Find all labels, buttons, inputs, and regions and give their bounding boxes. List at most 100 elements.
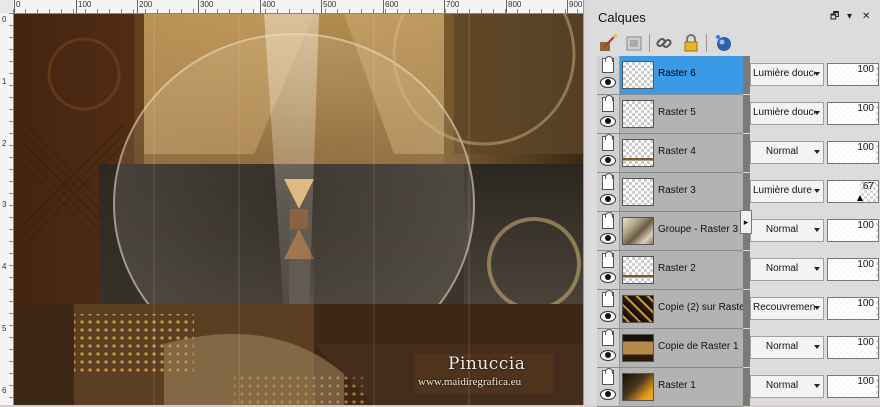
canvas-image[interactable]: Pinuccia www.maidiregrafica.eu (14, 14, 583, 405)
opacity-slider[interactable]: 100 (827, 219, 879, 242)
layer-row-main[interactable]: Groupe - Raster 3 (597, 212, 743, 251)
ruler-minor-tick (493, 9, 494, 13)
layer-row[interactable]: Raster 1 Normal 100 (589, 368, 880, 407)
opacity-slider[interactable]: 100 (827, 297, 879, 320)
layer-mask-icon[interactable] (602, 134, 614, 151)
eye-icon[interactable] (600, 155, 616, 166)
layer-thumbnail[interactable] (622, 61, 654, 89)
chevron-down-icon (814, 228, 820, 232)
layer-row[interactable]: Groupe - Raster 3 Normal 100 (589, 212, 880, 251)
opacity-slider[interactable]: 100 (827, 336, 879, 359)
layer-row-main[interactable]: Raster 4 (597, 134, 743, 173)
layer-thumbnail[interactable] (622, 178, 654, 206)
blend-mode-select[interactable]: Normal (750, 258, 824, 281)
ruler-tick: 900 (566, 0, 583, 13)
menu-dropdown-icon[interactable]: ▾ (847, 12, 852, 22)
layer-row[interactable]: Raster 2 Normal 100 (589, 251, 880, 290)
layer-row[interactable]: Copie de Raster 1 Normal 100 (589, 329, 880, 368)
opacity-value: 100 (857, 220, 874, 231)
layer-row[interactable]: Raster 6 Lumière douce 100 (589, 56, 880, 95)
opacity-slider[interactable]: 100 (827, 375, 879, 398)
eye-icon[interactable] (600, 389, 616, 400)
ruler-minor-tick (9, 157, 13, 158)
chevron-down-icon (814, 384, 820, 388)
chevron-down-icon (814, 189, 820, 193)
layer-name[interactable]: Raster 2 (658, 263, 696, 274)
layer-row-main[interactable]: Raster 1 (597, 368, 743, 407)
layer-row[interactable]: Raster 3 Lumière dure 67 (589, 173, 880, 212)
layer-thumbnail[interactable] (622, 139, 654, 167)
blend-mode-select[interactable]: Lumière douce (750, 63, 824, 86)
layer-name[interactable]: Raster 5 (658, 107, 696, 118)
eye-icon[interactable] (600, 272, 616, 283)
eye-icon[interactable] (600, 77, 616, 88)
blend-mode-select[interactable]: Lumière douce (750, 102, 824, 125)
eye-icon[interactable] (600, 311, 616, 322)
layer-mask-icon[interactable] (602, 290, 614, 307)
layer-name[interactable]: Groupe - Raster 3 (658, 224, 738, 235)
ruler-minor-tick (9, 181, 13, 182)
ruler-tick: 1 (2, 77, 7, 86)
opacity-slider[interactable]: 100 (827, 141, 879, 164)
restore-icon[interactable]: 🗗 (830, 12, 839, 22)
ruler-minor-tick (9, 205, 13, 206)
ruler-minor-tick (9, 133, 13, 134)
layer-thumbnail[interactable] (622, 334, 654, 362)
layer-row[interactable]: Raster 4 Normal 100 (589, 134, 880, 173)
layer-name[interactable]: Raster 1 (658, 380, 696, 391)
ruler-minor-tick (9, 37, 13, 38)
layer-mask-icon[interactable] (602, 368, 614, 385)
blend-mode-select[interactable]: Lumière dure (750, 180, 824, 203)
opacity-slider[interactable]: 100 (827, 258, 879, 281)
expand-arrow-icon[interactable]: ▸ (740, 210, 752, 234)
layer-row-main[interactable]: Copie (2) sur Raster (597, 290, 748, 329)
blend-mode-select[interactable]: Normal (750, 375, 824, 398)
layer-mask-icon[interactable] (602, 251, 614, 268)
ruler-minor-tick (277, 9, 278, 13)
opacity-slider[interactable]: 67 (827, 180, 879, 203)
ruler-minor-tick (205, 9, 206, 13)
sphere-icon[interactable] (713, 33, 733, 53)
close-icon[interactable]: ✕ (862, 12, 870, 22)
layer-row-main[interactable]: Raster 5 (597, 95, 743, 134)
layer-row[interactable]: Copie (2) sur Raster Recouvrement 100 (589, 290, 880, 329)
layer-mask-icon[interactable] (602, 212, 614, 229)
ruler-tick: 0 (13, 0, 21, 13)
paint-brush-icon[interactable] (598, 33, 618, 53)
ruler-tick: 6 (2, 386, 7, 395)
layer-row[interactable]: Raster 5 Lumière douce 100 (589, 95, 880, 134)
blend-mode-value: Normal (765, 224, 799, 235)
layer-name[interactable]: Copie (2) sur Raster (658, 302, 748, 313)
eye-icon[interactable] (600, 116, 616, 127)
layer-row-main[interactable]: Raster 2 (597, 251, 743, 290)
layer-thumbnail[interactable] (622, 100, 654, 128)
layer-mask-icon[interactable] (602, 173, 614, 190)
blend-mode-select[interactable]: Normal (750, 141, 824, 164)
eye-icon[interactable] (600, 233, 616, 244)
eye-icon[interactable] (600, 194, 616, 205)
layer-mask-icon[interactable] (602, 329, 614, 346)
opacity-slider[interactable]: 100 (827, 63, 879, 86)
blend-mode-select[interactable]: Normal (750, 336, 824, 359)
layer-thumbnail[interactable] (622, 217, 654, 245)
layer-name[interactable]: Raster 3 (658, 185, 696, 196)
layer-name[interactable]: Raster 4 (658, 146, 696, 157)
layer-row-main[interactable]: Copie de Raster 1 (597, 329, 743, 368)
mask-icon[interactable] (624, 33, 644, 53)
layer-mask-icon[interactable] (602, 56, 614, 73)
lock-icon[interactable] (681, 33, 701, 53)
link-icon[interactable] (654, 33, 674, 53)
layer-thumbnail[interactable] (622, 256, 654, 284)
opacity-slider[interactable]: 100 (827, 102, 879, 125)
layer-name[interactable]: Copie de Raster 1 (658, 341, 739, 352)
opacity-marker-icon[interactable] (857, 195, 864, 201)
blend-mode-select[interactable]: Recouvrement (750, 297, 824, 320)
eye-icon[interactable] (600, 350, 616, 361)
layer-thumbnail[interactable] (622, 295, 654, 323)
layer-name[interactable]: Raster 6 (658, 68, 696, 79)
layer-row-main[interactable]: Raster 3 (597, 173, 743, 212)
layer-mask-icon[interactable] (602, 95, 614, 112)
layer-thumbnail[interactable] (622, 373, 654, 401)
blend-mode-select[interactable]: Normal (750, 219, 824, 242)
layer-row-main[interactable]: Raster 6 (597, 56, 743, 95)
